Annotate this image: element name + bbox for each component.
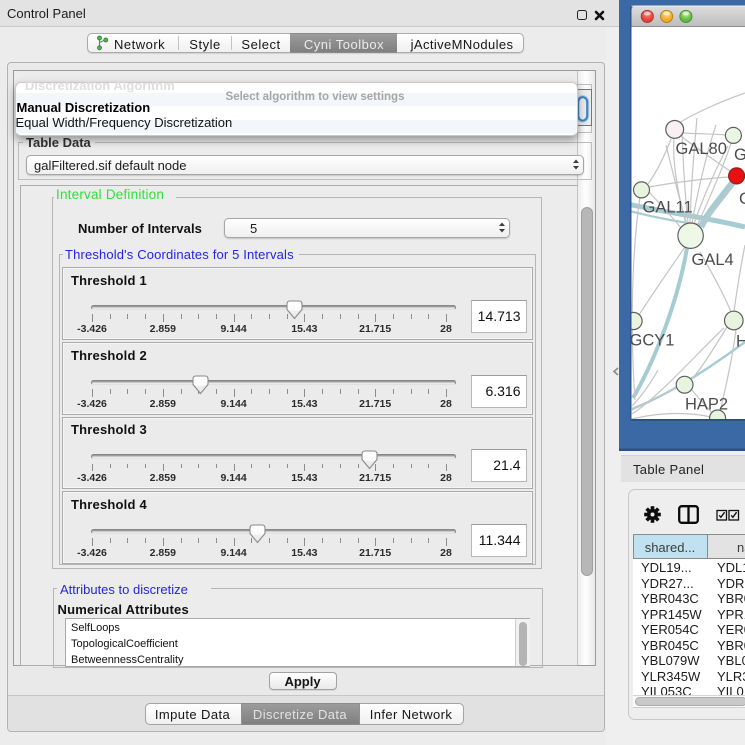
svg-text:HAP2: HAP2 bbox=[685, 396, 728, 414]
svg-text:GCY1: GCY1 bbox=[630, 332, 675, 350]
svg-text:GA: GA bbox=[734, 146, 745, 164]
svg-text:GAL4: GAL4 bbox=[692, 251, 734, 269]
svg-text:C: C bbox=[739, 190, 745, 208]
svg-text:GAL11: GAL11 bbox=[643, 199, 693, 217]
svg-text:H: H bbox=[736, 333, 745, 351]
svg-text:GAL80: GAL80 bbox=[676, 140, 727, 158]
